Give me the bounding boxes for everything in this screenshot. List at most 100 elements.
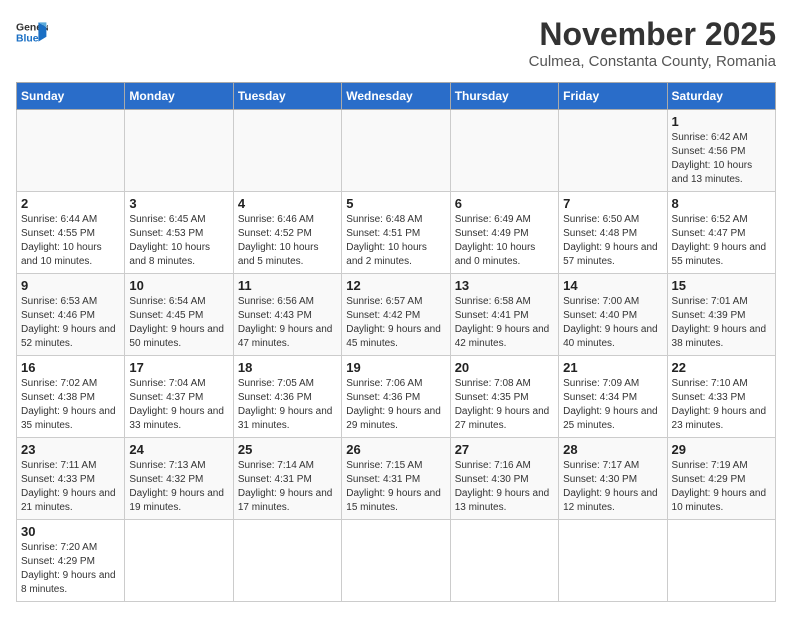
day-info: Sunrise: 6:54 AM Sunset: 4:45 PM Dayligh… [129,295,228,351]
svg-text:Blue: Blue [16,34,39,45]
calendar-cell [125,110,233,192]
calendar-cell [233,520,341,602]
day-number: 13 [455,278,554,293]
calendar-cell: 4 Sunrise: 6:46 AM Sunset: 4:52 PM Daylig… [233,192,341,274]
calendar-cell [17,110,125,192]
calendar-cell: 8 Sunrise: 6:52 AM Sunset: 4:47 PM Daylig… [667,192,775,274]
week-row-2: 9Sunrise: 6:53 AM Sunset: 4:46 PM Daylig… [17,274,776,356]
calendar-cell: 1 Sunrise: 6:42 AM Sunset: 4:56 PM Daylig… [667,110,775,192]
calendar-header: Sunday Monday Tuesday Wednesday Thursday… [17,83,776,110]
calendar-body: 1 Sunrise: 6:42 AM Sunset: 4:56 PM Daylig… [17,110,776,602]
day-info: Sunrise: 7:15 AM Sunset: 4:31 PM Dayligh… [346,459,445,515]
week-row-1: 2Sunrise: 6:44 AM Sunset: 4:55 PM Daylig… [17,192,776,274]
day-info: Sunrise: 7:17 AM Sunset: 4:30 PM Dayligh… [563,459,662,515]
calendar-cell: 3Sunrise: 6:45 AM Sunset: 4:53 PM Daylig… [125,192,233,274]
day-number: 8 [672,196,771,211]
calendar-cell [125,520,233,602]
day-info: Sunrise: 6:46 AM Sunset: 4:52 PM Dayligh… [238,213,337,269]
day-info: Sunrise: 6:56 AM Sunset: 4:43 PM Dayligh… [238,295,337,351]
calendar-cell: 21Sunrise: 7:09 AM Sunset: 4:34 PM Dayli… [559,356,667,438]
calendar-cell: 14 Sunrise: 7:00 AM Sunset: 4:40 PM Dayli… [559,274,667,356]
calendar-cell: 29 Sunrise: 7:19 AM Sunset: 4:29 PM Dayli… [667,438,775,520]
calendar-cell: 17Sunrise: 7:04 AM Sunset: 4:37 PM Dayli… [125,356,233,438]
col-friday: Friday [559,83,667,110]
col-saturday: Saturday [667,83,775,110]
day-number: 1 [672,114,771,129]
day-number: 2 [21,196,120,211]
calendar-cell: 30 Sunrise: 7:20 AM Sunset: 4:29 PM Dayli… [17,520,125,602]
day-number: 27 [455,442,554,457]
day-number: 29 [672,442,771,457]
calendar-cell: 26 Sunrise: 7:15 AM Sunset: 4:31 PM Dayli… [342,438,450,520]
calendar-cell: 20 Sunrise: 7:08 AM Sunset: 4:35 PM Dayli… [450,356,558,438]
calendar-cell: 5 Sunrise: 6:48 AM Sunset: 4:51 PM Daylig… [342,192,450,274]
day-info: Sunrise: 6:57 AM Sunset: 4:42 PM Dayligh… [346,295,445,351]
calendar-subtitle: Culmea, Constanta County, Romania [529,53,776,70]
day-number: 15 [672,278,771,293]
calendar-cell: 9Sunrise: 6:53 AM Sunset: 4:46 PM Daylig… [17,274,125,356]
day-number: 30 [21,524,120,539]
calendar-cell: 6Sunrise: 6:49 AM Sunset: 4:49 PM Daylig… [450,192,558,274]
day-number: 4 [238,196,337,211]
day-info: Sunrise: 6:45 AM Sunset: 4:53 PM Dayligh… [129,213,228,269]
week-row-0: 1 Sunrise: 6:42 AM Sunset: 4:56 PM Daylig… [17,110,776,192]
day-info: Sunrise: 6:52 AM Sunset: 4:47 PM Dayligh… [672,213,771,269]
calendar-cell: 7Sunrise: 6:50 AM Sunset: 4:48 PM Daylig… [559,192,667,274]
header: General Blue November 2025 Culmea, Const… [16,16,776,70]
header-row: Sunday Monday Tuesday Wednesday Thursday… [17,83,776,110]
day-info: Sunrise: 7:14 AM Sunset: 4:31 PM Dayligh… [238,459,337,515]
calendar-cell [342,110,450,192]
calendar-cell: 23Sunrise: 7:11 AM Sunset: 4:33 PM Dayli… [17,438,125,520]
day-number: 26 [346,442,445,457]
day-number: 7 [563,196,662,211]
calendar-cell [559,520,667,602]
day-number: 14 [563,278,662,293]
calendar-cell: 28 Sunrise: 7:17 AM Sunset: 4:30 PM Dayli… [559,438,667,520]
day-number: 28 [563,442,662,457]
day-number: 12 [346,278,445,293]
day-info: Sunrise: 7:00 AM Sunset: 4:40 PM Dayligh… [563,295,662,351]
day-info: Sunrise: 6:42 AM Sunset: 4:56 PM Dayligh… [672,131,771,187]
day-info: Sunrise: 7:20 AM Sunset: 4:29 PM Dayligh… [21,541,120,597]
col-wednesday: Wednesday [342,83,450,110]
day-info: Sunrise: 7:11 AM Sunset: 4:33 PM Dayligh… [21,459,120,515]
day-info: Sunrise: 7:19 AM Sunset: 4:29 PM Dayligh… [672,459,771,515]
day-number: 5 [346,196,445,211]
day-info: Sunrise: 6:48 AM Sunset: 4:51 PM Dayligh… [346,213,445,269]
day-number: 25 [238,442,337,457]
calendar-cell: 22 Sunrise: 7:10 AM Sunset: 4:33 PM Dayli… [667,356,775,438]
col-sunday: Sunday [17,83,125,110]
calendar-cell: 2Sunrise: 6:44 AM Sunset: 4:55 PM Daylig… [17,192,125,274]
col-thursday: Thursday [450,83,558,110]
day-info: Sunrise: 6:53 AM Sunset: 4:46 PM Dayligh… [21,295,120,351]
day-number: 22 [672,360,771,375]
col-monday: Monday [125,83,233,110]
calendar-cell: 13 Sunrise: 6:58 AM Sunset: 4:41 PM Dayli… [450,274,558,356]
calendar-cell [559,110,667,192]
week-row-4: 23Sunrise: 7:11 AM Sunset: 4:33 PM Dayli… [17,438,776,520]
calendar-table: Sunday Monday Tuesday Wednesday Thursday… [16,82,776,602]
day-number: 18 [238,360,337,375]
day-number: 10 [129,278,228,293]
calendar-cell: 16Sunrise: 7:02 AM Sunset: 4:38 PM Dayli… [17,356,125,438]
day-number: 20 [455,360,554,375]
day-number: 16 [21,360,120,375]
week-row-5: 30 Sunrise: 7:20 AM Sunset: 4:29 PM Dayli… [17,520,776,602]
title-area: November 2025 Culmea, Constanta County, … [529,16,776,70]
day-info: Sunrise: 6:49 AM Sunset: 4:49 PM Dayligh… [455,213,554,269]
calendar-cell: 11Sunrise: 6:56 AM Sunset: 4:43 PM Dayli… [233,274,341,356]
calendar-cell: 10 Sunrise: 6:54 AM Sunset: 4:45 PM Dayli… [125,274,233,356]
day-info: Sunrise: 6:58 AM Sunset: 4:41 PM Dayligh… [455,295,554,351]
calendar-cell: 24Sunrise: 7:13 AM Sunset: 4:32 PM Dayli… [125,438,233,520]
day-info: Sunrise: 7:06 AM Sunset: 4:36 PM Dayligh… [346,377,445,433]
calendar-cell: 18 Sunrise: 7:05 AM Sunset: 4:36 PM Dayli… [233,356,341,438]
day-info: Sunrise: 7:10 AM Sunset: 4:33 PM Dayligh… [672,377,771,433]
calendar-cell: 25 Sunrise: 7:14 AM Sunset: 4:31 PM Dayli… [233,438,341,520]
day-info: Sunrise: 7:05 AM Sunset: 4:36 PM Dayligh… [238,377,337,433]
day-info: Sunrise: 7:08 AM Sunset: 4:35 PM Dayligh… [455,377,554,433]
day-number: 21 [563,360,662,375]
day-info: Sunrise: 7:13 AM Sunset: 4:32 PM Dayligh… [129,459,228,515]
day-number: 19 [346,360,445,375]
day-number: 17 [129,360,228,375]
day-info: Sunrise: 7:16 AM Sunset: 4:30 PM Dayligh… [455,459,554,515]
